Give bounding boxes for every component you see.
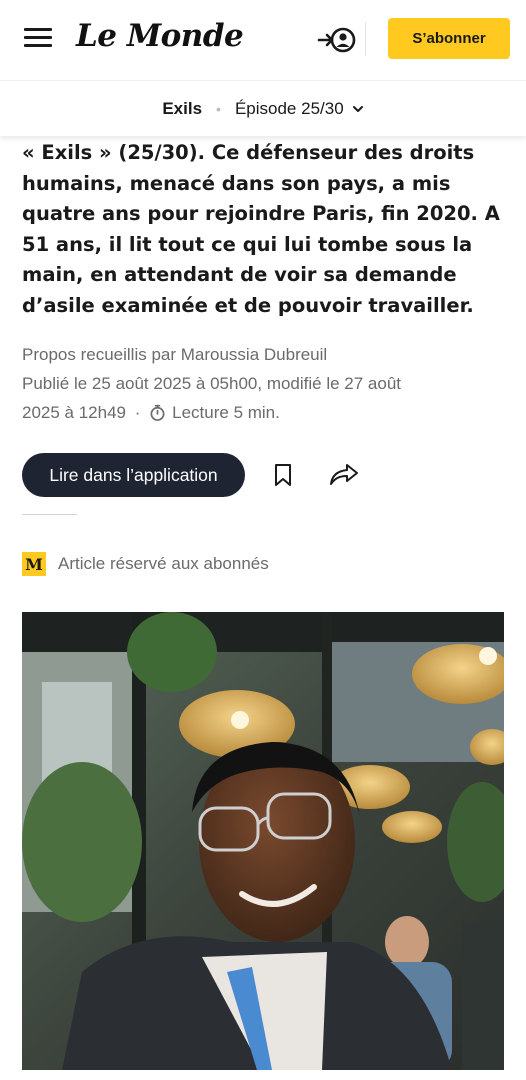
top-bar: Le Monde S’abonner bbox=[0, 0, 526, 80]
subscribe-button[interactable]: S’abonner bbox=[388, 18, 510, 59]
series-link[interactable]: Exils bbox=[162, 99, 202, 119]
header-divider bbox=[365, 22, 366, 56]
stopwatch-icon bbox=[150, 404, 165, 421]
le-monde-logo[interactable]: Le Monde bbox=[76, 18, 244, 54]
reading-time: Lecture 5 min. bbox=[172, 403, 280, 422]
meta-separator: · bbox=[134, 403, 141, 422]
episode-selector[interactable]: Épisode 25/30 bbox=[235, 99, 364, 119]
portrait-photo-illustration bbox=[22, 612, 504, 1070]
article-chapo: « Exils » (25/30). Ce défenseur des droi… bbox=[22, 141, 500, 317]
article-meta: Propos recueillis par Maroussia Dubreuil… bbox=[22, 340, 504, 427]
episode-label: Épisode 25/30 bbox=[234, 98, 344, 118]
separator-dot: • bbox=[216, 100, 221, 117]
subscriber-only-label: M Article réservé aux abonnés bbox=[22, 551, 269, 577]
read-in-app-button[interactable]: Lire dans l’application bbox=[22, 453, 245, 497]
publication-date: Publié le 25 août 2025 à 05h00, modifié … bbox=[22, 374, 402, 393]
chevron-down-icon bbox=[352, 105, 363, 112]
article-photo bbox=[22, 612, 504, 1070]
subscriber-only-text: Article réservé aux abonnés bbox=[58, 554, 269, 573]
publication-date-continued: 2025 à 12h49 · Lecture 5 min. bbox=[22, 398, 504, 427]
account-login-icon[interactable] bbox=[316, 22, 356, 58]
bookmark-icon[interactable] bbox=[273, 463, 293, 487]
publication-date-end: 2025 à 12h49 bbox=[22, 403, 126, 422]
series-navigation: Exils • Épisode 25/30 bbox=[0, 80, 526, 136]
le-monde-m-icon: M bbox=[22, 552, 46, 576]
share-icon[interactable] bbox=[329, 462, 359, 488]
hamburger-menu-icon[interactable] bbox=[24, 28, 52, 50]
section-divider bbox=[22, 514, 77, 515]
byline: Propos recueillis par Maroussia Dubreuil bbox=[22, 345, 328, 364]
